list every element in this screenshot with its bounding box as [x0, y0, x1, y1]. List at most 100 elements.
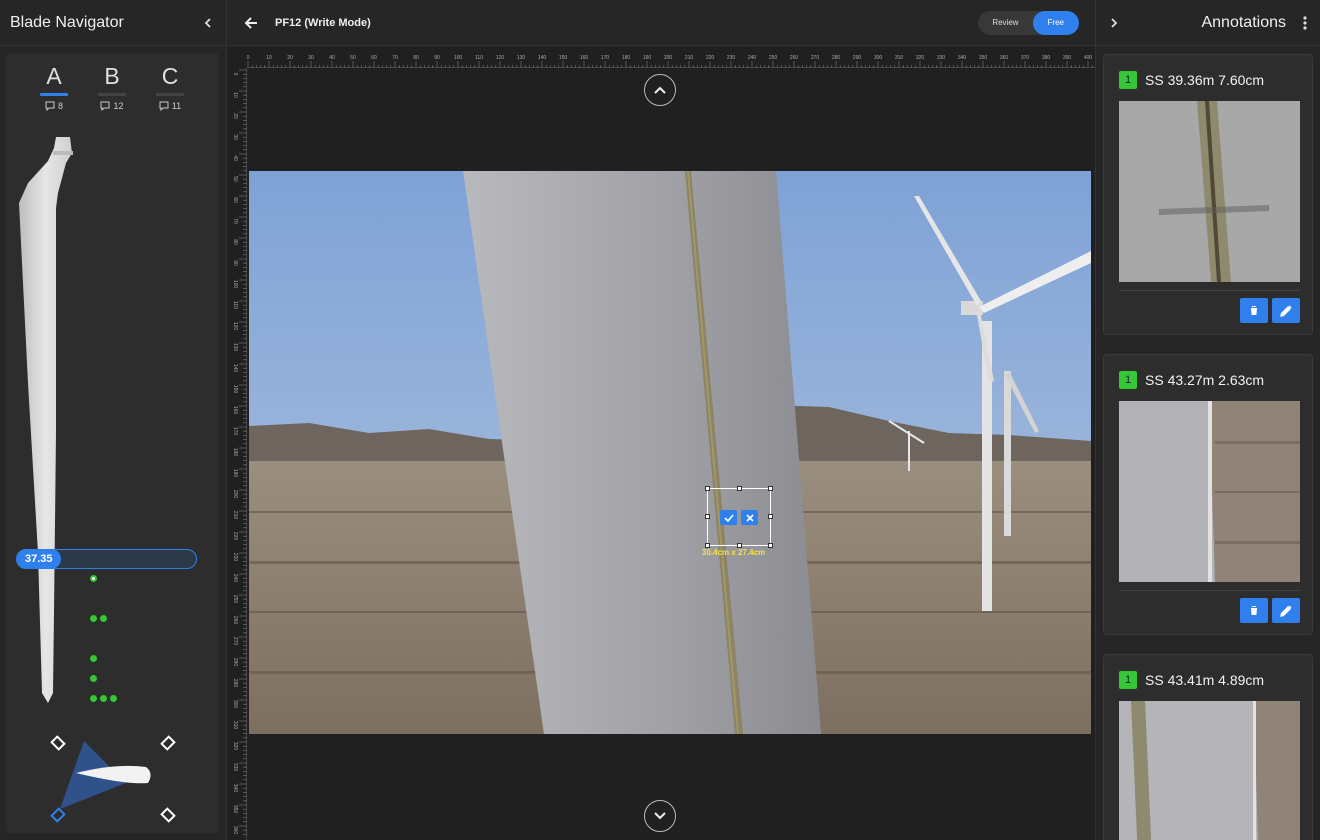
ruler-tick-label: 30	[232, 134, 238, 140]
viewer-header: PF12 (Write Mode) Review Free	[227, 0, 1095, 46]
blade-section-view[interactable]	[36, 733, 186, 828]
blade-tab-indicator	[156, 93, 184, 96]
ruler-tick-label: 370	[1021, 55, 1030, 61]
back-arrow-icon[interactable]	[243, 14, 261, 32]
annotation-card[interactable]: 1 SS 39.36m 7.60cm	[1103, 54, 1313, 335]
annotation-dot[interactable]	[90, 695, 97, 702]
annotation-selection-box[interactable]	[705, 486, 773, 548]
edit-annotation-button[interactable]	[1272, 598, 1300, 623]
ruler-tick-label: 50	[232, 176, 238, 182]
resize-handle[interactable]	[768, 514, 773, 519]
ruler-tick-label: 0	[247, 55, 250, 61]
comment-icon	[159, 101, 169, 111]
cancel-selection-button[interactable]	[741, 510, 758, 525]
ruler-tick-label: 380	[1042, 55, 1051, 61]
ruler-tick-label: 130	[517, 55, 526, 61]
ruler-tick-label: 70	[392, 55, 398, 61]
trash-icon	[1250, 306, 1258, 315]
ruler-tick-label: 10	[266, 55, 272, 61]
ruler-tick-label: 270	[232, 637, 238, 646]
edit-annotation-button[interactable]	[1272, 298, 1300, 323]
chevron-up-icon	[654, 86, 666, 94]
camera-icon-top-left[interactable]	[50, 735, 66, 751]
ruler-tick-label: 20	[287, 55, 293, 61]
severity-badge: 1	[1119, 671, 1137, 689]
annotation-card[interactable]: 1 SS 43.41m 4.89cm	[1103, 654, 1313, 840]
review-mode-button[interactable]: Review	[978, 11, 1032, 35]
panel-title: Annotations	[1201, 13, 1286, 31]
resize-handle[interactable]	[705, 514, 710, 519]
more-options-icon[interactable]	[1300, 15, 1310, 31]
ruler-tick-label: 30	[308, 55, 314, 61]
blade-diagram[interactable]	[6, 133, 219, 713]
pencil-icon	[1280, 605, 1292, 617]
ruler-tick-label: 40	[329, 55, 335, 61]
comment-icon	[45, 101, 55, 111]
ruler-tick-label: 110	[232, 301, 238, 309]
annotation-dot[interactable]	[110, 695, 117, 702]
resize-handle[interactable]	[768, 486, 773, 491]
annotation-label: SS 43.27m 2.63cm	[1145, 372, 1265, 388]
blade-letter: A	[46, 63, 62, 89]
camera-icon-bottom-left[interactable]	[50, 807, 66, 823]
ruler-tick-label: 240	[748, 55, 757, 61]
next-image-button[interactable]	[644, 800, 676, 832]
delete-annotation-button[interactable]	[1240, 598, 1268, 623]
annotation-thumbnail[interactable]	[1119, 401, 1300, 582]
camera-icon-top-right[interactable]	[160, 735, 176, 751]
ruler-tick-label: 330	[232, 763, 238, 772]
ruler-tick-label: 70	[232, 218, 238, 224]
blade-tab-c[interactable]: C 11	[155, 63, 185, 111]
blade-annotation-count: 12	[97, 101, 127, 111]
ruler-tick-label: 260	[790, 55, 799, 61]
ruler-tick-label: 170	[601, 55, 610, 61]
ruler-tick-label: 60	[371, 55, 377, 61]
divider	[1119, 290, 1300, 291]
blade-annotation-count: 8	[39, 101, 69, 111]
annotation-dot[interactable]	[100, 695, 107, 702]
vertical-ruler: 0 10 20 30 40 50 60 70 80 90 100 110 120 130 140 150 160…	[227, 68, 247, 840]
resize-handle[interactable]	[737, 486, 742, 491]
blade-letter: B	[104, 63, 120, 89]
ruler-tick-label: 340	[958, 55, 967, 61]
blade-tab-indicator	[98, 93, 126, 96]
resize-handle[interactable]	[705, 486, 710, 491]
blade-tab-b[interactable]: B 12	[97, 63, 127, 111]
collapse-right-icon[interactable]	[1106, 15, 1122, 31]
panel-title: Blade Navigator	[10, 13, 124, 31]
camera-icon-bottom-right[interactable]	[160, 807, 176, 823]
blade-annotation-count: 11	[155, 101, 185, 111]
delete-annotation-button[interactable]	[1240, 298, 1268, 323]
ruler-tick-label: 90	[434, 55, 440, 61]
annotation-dot[interactable]	[90, 675, 97, 682]
ruler-tick-label: 310	[232, 721, 238, 730]
blade-tab-indicator	[40, 93, 68, 96]
ruler-tick-label: 170	[232, 427, 238, 436]
comment-icon	[100, 101, 110, 111]
annotation-dot[interactable]	[90, 575, 97, 582]
trash-icon	[1250, 606, 1258, 615]
blade-tab-a[interactable]: A 8	[39, 63, 69, 111]
ruler-tick-label: 160	[580, 55, 589, 61]
previous-image-button[interactable]	[644, 74, 676, 106]
annotation-card[interactable]: 1 SS 43.27m 2.63cm	[1103, 354, 1313, 635]
count-text: 12	[113, 101, 124, 111]
annotation-thumbnail[interactable]	[1119, 701, 1300, 840]
annotation-thumbnail[interactable]	[1119, 101, 1300, 282]
inspection-photo[interactable]	[249, 171, 1091, 734]
ruler-tick-label: 400	[1084, 55, 1093, 61]
resize-handle[interactable]	[768, 543, 773, 548]
ruler-tick-label: 150	[232, 385, 238, 394]
annotation-dot[interactable]	[100, 615, 107, 622]
annotation-dot[interactable]	[90, 615, 97, 622]
ruler-tick-label: 230	[232, 553, 238, 562]
ruler-tick-label: 190	[643, 55, 652, 61]
annotation-label: SS 43.41m 4.89cm	[1145, 672, 1265, 688]
position-marker[interactable]: 37.35	[16, 549, 197, 569]
free-mode-button[interactable]: Free	[1032, 10, 1079, 35]
confirm-selection-button[interactable]	[720, 510, 737, 525]
collapse-left-icon[interactable]	[200, 15, 216, 31]
check-icon	[723, 513, 734, 522]
annotation-dot[interactable]	[90, 655, 97, 662]
ruler-tick-label: 100	[454, 55, 463, 61]
